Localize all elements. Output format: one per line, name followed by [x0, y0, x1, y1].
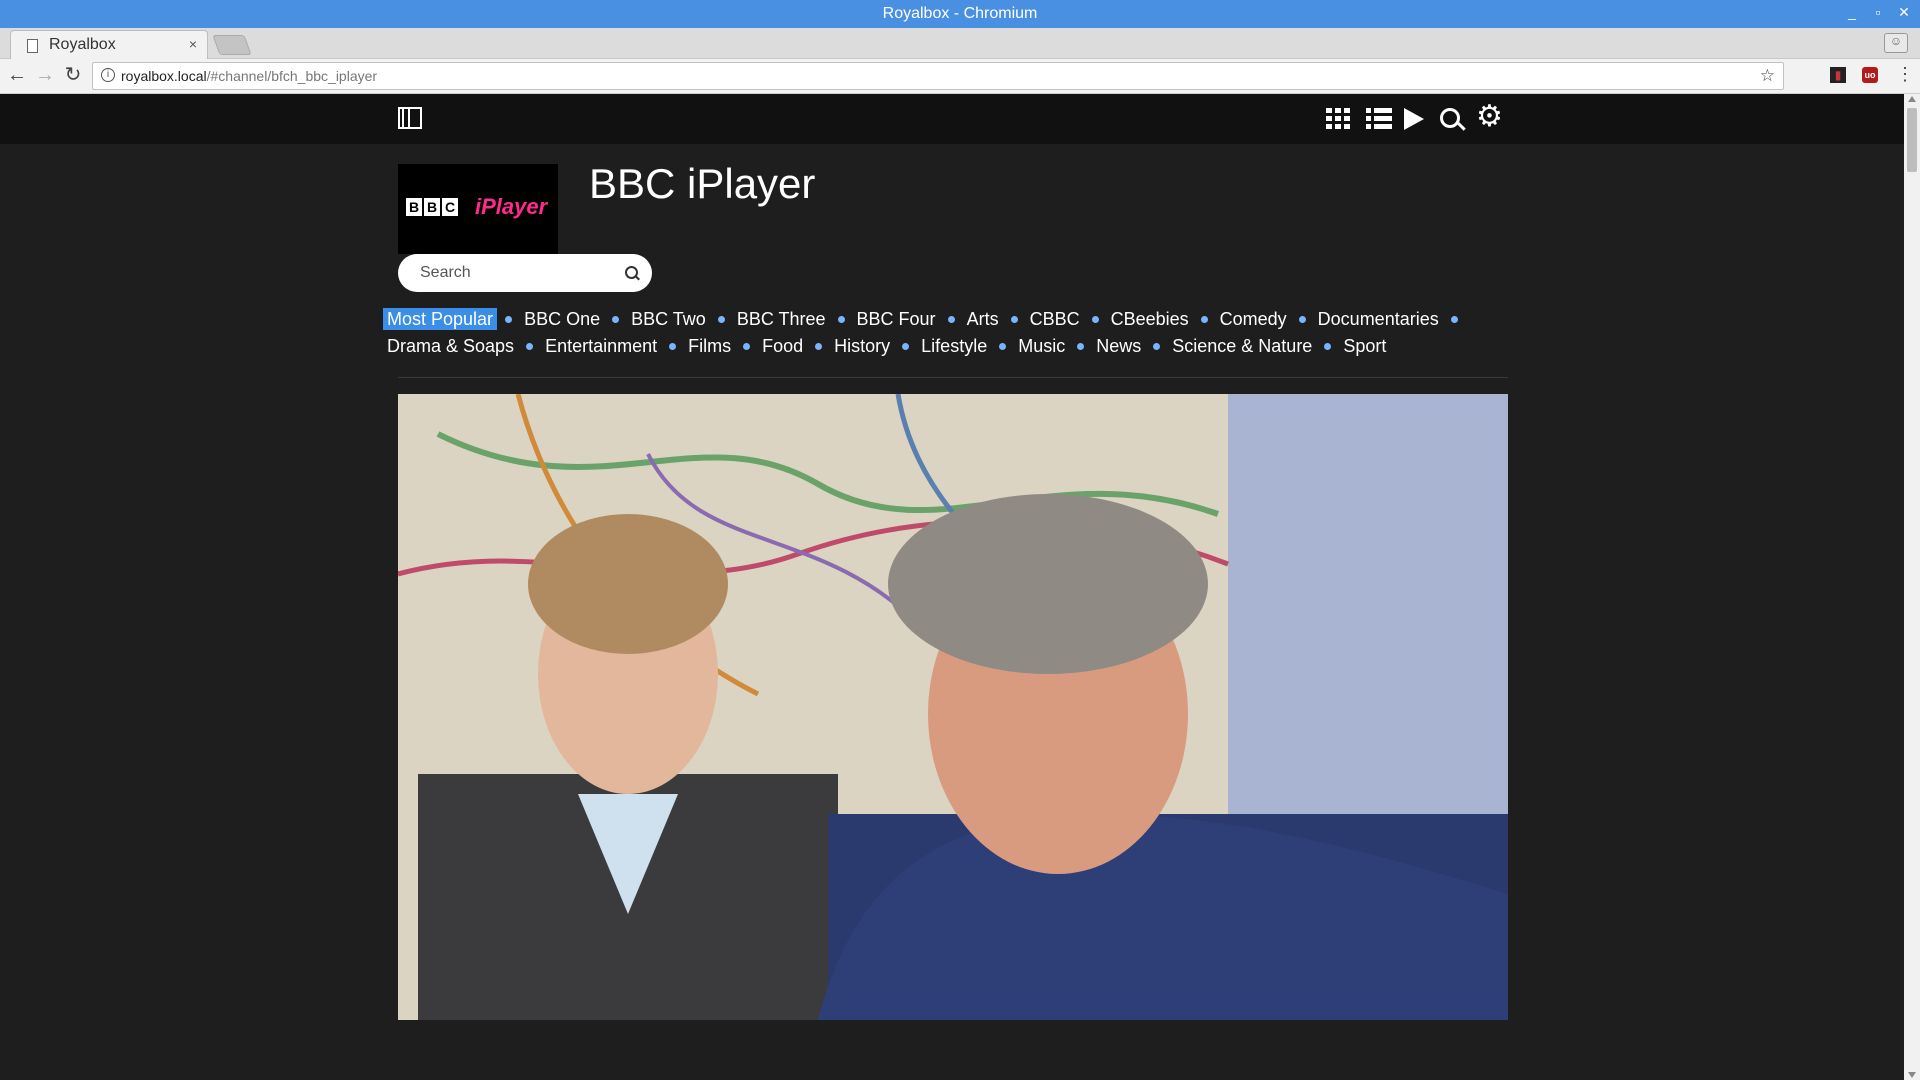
page-scrollbar[interactable]	[1904, 94, 1920, 1080]
divider	[398, 377, 1508, 378]
category-link[interactable]: BBC Four	[853, 308, 940, 330]
bookmark-star-icon[interactable]: ☆	[1760, 66, 1775, 86]
page-content: ⚙ B B C iPlayer BBC iPlayer Most Popular…	[0, 94, 1904, 1080]
category-link[interactable]: Science & Nature	[1168, 335, 1316, 357]
separator-dot	[1450, 315, 1458, 323]
category-link[interactable]: History	[830, 335, 894, 357]
separator-dot	[1298, 315, 1306, 323]
category-link[interactable]: Sport	[1339, 335, 1390, 357]
reload-button[interactable]: ↻	[62, 64, 84, 86]
scroll-up-arrow-icon[interactable]	[1908, 96, 1916, 102]
scrollbar-thumb[interactable]	[1907, 108, 1917, 172]
page-icon	[27, 39, 38, 53]
gear-icon[interactable]: ⚙	[1476, 102, 1503, 132]
maximize-button[interactable]: ▫	[1870, 4, 1886, 21]
search-icon[interactable]	[625, 266, 638, 279]
separator-dot	[1200, 315, 1208, 323]
window-controls: _ ▫ ✕	[1844, 4, 1912, 21]
address-bar[interactable]: i royalbox.local/#channel/bfch_bbc_iplay…	[92, 62, 1784, 90]
separator-dot	[837, 315, 845, 323]
category-link[interactable]: CBeebies	[1107, 308, 1193, 330]
category-link[interactable]: Lifestyle	[917, 335, 991, 357]
url-path: /#channel/bfch_bbc_iplayer	[206, 68, 378, 84]
iplayer-brand: iPlayer	[475, 194, 548, 219]
search-input[interactable]	[418, 263, 612, 283]
forward-button[interactable]: →	[34, 64, 56, 86]
ublock-extension-icon[interactable]: uo	[1862, 67, 1878, 83]
tab-strip: Royalbox × ☺	[0, 28, 1920, 59]
browser-tab[interactable]: Royalbox ×	[10, 30, 208, 59]
separator-dot	[1010, 315, 1018, 323]
category-link[interactable]: CBBC	[1026, 308, 1084, 330]
category-link[interactable]: Entertainment	[541, 335, 661, 357]
close-window-button[interactable]: ✕	[1896, 4, 1912, 21]
page-title: BBC iPlayer	[589, 160, 816, 207]
new-tab-button[interactable]	[212, 35, 252, 55]
category-link[interactable]: Comedy	[1216, 308, 1291, 330]
bbc-letter: B	[424, 198, 440, 216]
search-box	[398, 254, 652, 292]
separator-dot	[1153, 342, 1161, 350]
separator-dot	[947, 315, 955, 323]
channel-logo: B B C iPlayer	[398, 164, 558, 254]
profile-icon[interactable]: ☺	[1884, 33, 1908, 53]
bbc-letter: C	[442, 198, 458, 216]
separator-dot	[815, 342, 823, 350]
category-link[interactable]: BBC Two	[627, 308, 710, 330]
separator-dot	[1091, 315, 1099, 323]
separator-dot	[902, 342, 910, 350]
category-list: Most Popular BBC One BBC Two BBC Three BBC F…	[383, 306, 1513, 360]
browser-menu-icon[interactable]: ⋮	[1896, 64, 1914, 85]
window-titlebar: Royalbox - Chromium _ ▫ ✕	[0, 0, 1920, 28]
tab-close-icon[interactable]: ×	[189, 36, 197, 52]
play-icon[interactable]	[1404, 108, 1424, 130]
category-link[interactable]: BBC One	[520, 308, 604, 330]
bbc-letter: B	[406, 198, 422, 216]
grid-icon[interactable]	[1326, 108, 1352, 130]
category-link[interactable]: Documentaries	[1314, 308, 1443, 330]
list-icon[interactable]	[1366, 108, 1392, 130]
app-navbar: ⚙	[0, 94, 1904, 144]
featured-programme-image[interactable]	[398, 394, 1508, 1020]
separator-dot	[669, 342, 677, 350]
back-button[interactable]: ←	[6, 64, 28, 86]
category-link[interactable]: News	[1092, 335, 1145, 357]
category-link[interactable]: Drama & Soaps	[383, 335, 518, 357]
extension-icon[interactable]: ▮	[1830, 67, 1846, 83]
minimize-button[interactable]: _	[1844, 4, 1860, 21]
bbc-logo-blocks: B B C	[406, 198, 458, 216]
info-icon[interactable]: i	[101, 68, 115, 82]
category-link[interactable]: Food	[758, 335, 807, 357]
tab-title: Royalbox	[49, 36, 116, 53]
search-icon[interactable]	[1440, 108, 1460, 128]
separator-dot	[505, 315, 513, 323]
category-link[interactable]: Arts	[963, 308, 1003, 330]
category-link[interactable]: Films	[684, 335, 735, 357]
film-icon[interactable]	[398, 107, 422, 129]
featured-image-illustration	[398, 394, 1508, 1020]
separator-dot	[612, 315, 620, 323]
separator-dot	[743, 342, 751, 350]
separator-dot	[1077, 342, 1085, 350]
browser-toolbar: ← → ↻ i royalbox.local/#channel/bfch_bbc…	[0, 59, 1920, 94]
separator-dot	[1324, 342, 1332, 350]
url-text: royalbox.local/#channel/bfch_bbc_iplayer	[121, 68, 377, 84]
separator-dot	[999, 342, 1007, 350]
separator-dot	[717, 315, 725, 323]
url-host: royalbox.local	[121, 68, 207, 84]
category-link[interactable]: Music	[1014, 335, 1069, 357]
scroll-down-arrow-icon[interactable]	[1908, 1072, 1916, 1078]
category-link[interactable]: Most Popular	[383, 308, 498, 330]
window-title: Royalbox - Chromium	[882, 5, 1038, 22]
separator-dot	[526, 342, 534, 350]
category-link[interactable]: BBC Three	[733, 308, 830, 330]
